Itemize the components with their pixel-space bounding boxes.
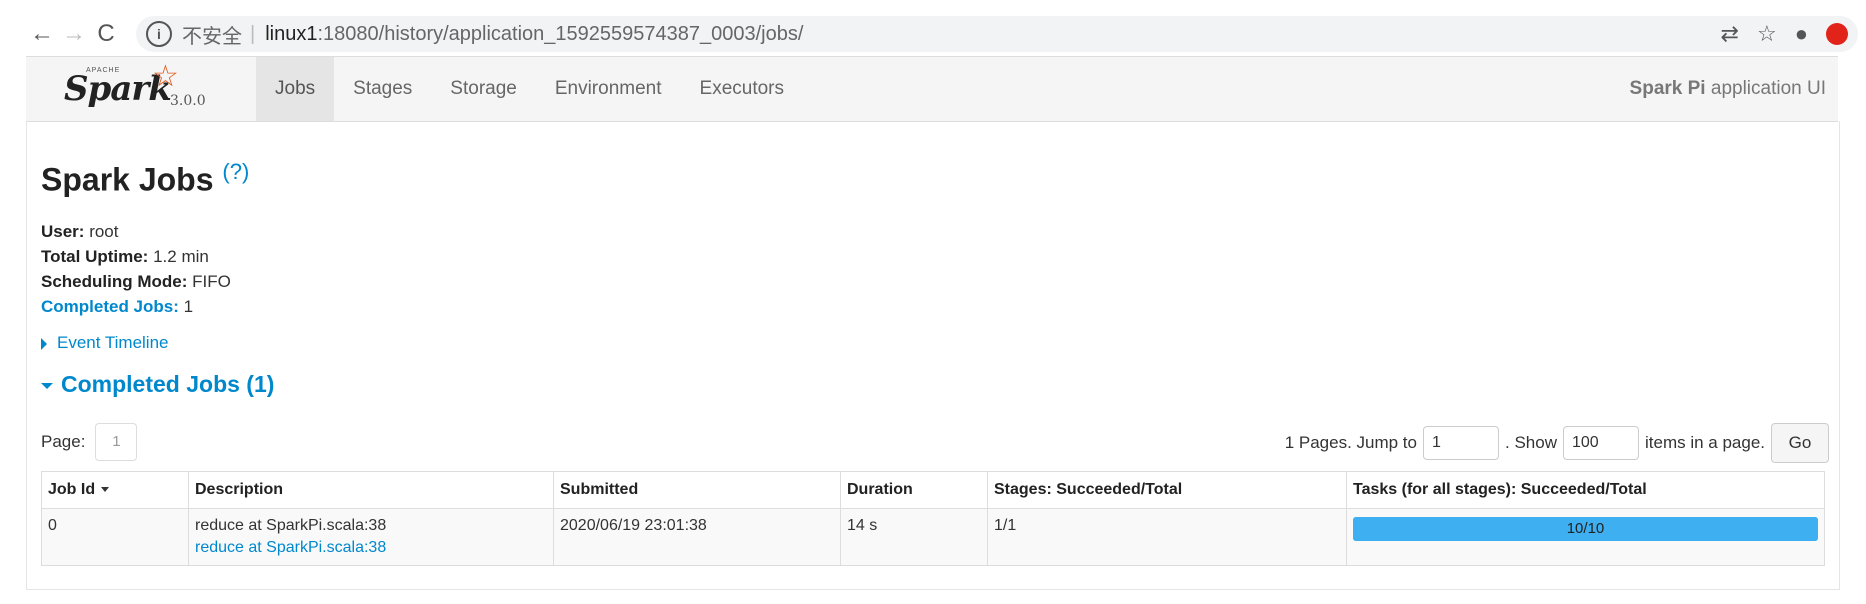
sort-desc-icon (101, 487, 110, 493)
tab-executors[interactable]: Executors (681, 57, 803, 121)
go-button[interactable]: Go (1771, 423, 1829, 463)
header-submitted[interactable]: Submitted (553, 471, 841, 509)
page-title: Spark Jobs (?) (41, 159, 249, 199)
address-bar[interactable]: i 不安全 | linux1 :18080/history/applicatio… (136, 16, 1858, 52)
cell-description: reduce at SparkPi.scala:38 reduce at Spa… (188, 508, 554, 566)
summary-uptime: Total Uptime: 1.2 min (41, 247, 209, 266)
cell-duration: 14 s (840, 508, 988, 566)
caret-right-icon (41, 337, 47, 350)
translate-icon[interactable]: ⇄ (1721, 21, 1739, 47)
page-size-controls: 1 Pages. Jump to . Show items in a page.… (1285, 423, 1829, 463)
page-title-text: Spark Jobs (41, 161, 214, 198)
spark-navbar: APACHE Spark ☆ 3.0.0 Jobs Stages Storage… (26, 56, 1838, 122)
back-button[interactable]: ← (26, 20, 58, 48)
completed-jobs-header[interactable]: Completed Jobs (1) (41, 371, 274, 398)
caret-down-icon (41, 382, 53, 389)
tab-stages[interactable]: Stages (334, 57, 431, 121)
header-tasks[interactable]: Tasks (for all stages): Succeeded/Total (1346, 471, 1825, 509)
help-link[interactable]: (?) (222, 159, 249, 184)
progress-text: 10/10 (1566, 520, 1605, 537)
job-summary: User: root Total Uptime: 1.2 min Schedul… (41, 219, 231, 319)
header-job-id[interactable]: Job Id (41, 471, 189, 509)
address-separator: | (250, 22, 256, 45)
reload-button[interactable]: C (90, 20, 122, 48)
summary-completed-jobs-link[interactable]: Completed Jobs: 1 (41, 294, 231, 319)
page-label: Page: (41, 432, 86, 451)
description-text: reduce at SparkPi.scala:38 (195, 517, 387, 534)
page-size-input[interactable] (1562, 426, 1639, 460)
table-row: 0 reduce at SparkPi.scala:38 reduce at S… (41, 508, 1825, 566)
table-header-row: Job Id Description Submitted Duration St… (41, 471, 1825, 509)
tab-environment[interactable]: Environment (536, 57, 681, 121)
extension-icon[interactable] (1826, 23, 1848, 45)
page-content: Spark Jobs (?) User: root Total Uptime: … (26, 121, 1840, 590)
cell-stages: 1/1 (987, 508, 1347, 566)
show-label: . Show (1505, 433, 1557, 452)
spark-logo[interactable]: APACHE Spark ☆ 3.0.0 (26, 57, 256, 121)
url-path: :18080/history/application_1592559574387… (317, 22, 804, 45)
header-description[interactable]: Description (188, 471, 554, 509)
app-name: Spark Pi (1629, 78, 1706, 99)
header-duration[interactable]: Duration (840, 471, 988, 509)
completed-jobs-table: Job Id Description Submitted Duration St… (41, 471, 1825, 566)
items-label: items in a page. (1644, 433, 1765, 452)
omnibox-actions: ⇄ ☆ ● (1721, 21, 1848, 47)
pages-text: 1 Pages. Jump to (1284, 433, 1417, 452)
insecure-label: 不安全 (182, 25, 242, 48)
forward-button[interactable]: → (58, 20, 90, 48)
bookmark-star-icon[interactable]: ☆ (1757, 21, 1777, 47)
summary-user: User: root (41, 222, 119, 241)
jump-to-page-input[interactable] (1423, 426, 1499, 460)
tab-jobs[interactable]: Jobs (256, 57, 335, 121)
pagination: Page: 1 (41, 423, 138, 461)
summary-scheduling-mode: Scheduling Mode: FIFO (41, 272, 231, 291)
spark-version: 3.0.0 (170, 93, 206, 109)
app-suffix: application UI (1705, 78, 1826, 99)
info-icon[interactable]: i (146, 21, 172, 47)
cell-job-id: 0 (41, 508, 189, 566)
event-timeline-toggle[interactable]: Event Timeline (41, 333, 169, 353)
cell-submitted: 2020/06/19 23:01:38 (553, 508, 841, 566)
cell-tasks: 10/10 (1346, 508, 1825, 566)
url-host: linux1 (265, 22, 318, 45)
account-icon[interactable]: ● (1795, 21, 1808, 47)
header-stages[interactable]: Stages: Succeeded/Total (987, 471, 1347, 509)
browser-toolbar: ← → C i 不安全 | linux1 :18080/history/appl… (26, 14, 1866, 54)
page-number-button[interactable]: 1 (95, 423, 138, 461)
description-link[interactable]: reduce at SparkPi.scala:38 (195, 537, 547, 559)
tasks-progress-bar: 10/10 (1353, 517, 1818, 541)
application-title: Spark Pi application UI (1630, 78, 1826, 100)
spark-star-icon: ☆ (152, 60, 179, 93)
tab-storage[interactable]: Storage (431, 57, 536, 121)
